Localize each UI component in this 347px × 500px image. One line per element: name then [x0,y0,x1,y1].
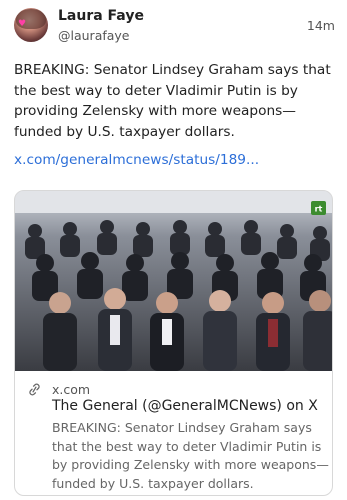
author-name[interactable]: Laura Faye [58,8,144,24]
post-timestamp: 14m [306,18,335,33]
heart-icon: ♥ [18,19,27,29]
author-handle[interactable]: @laurafaye [58,28,130,43]
avatar[interactable]: ♥ [14,8,48,42]
card-meta: x.com The General (@GeneralMCNews) on X … [15,371,332,495]
link-preview-card[interactable]: rt x.com The General (@GeneralMCNews) on… [14,190,333,496]
chain-link-icon [29,383,40,395]
card-preview-image: rt [15,191,332,371]
post-body-text: BREAKING: Senator Lindsey Graham says th… [14,62,331,140]
card-description: BREAKING: Senator Lindsey Graham says th… [52,420,329,491]
card-image-badge: rt [315,205,323,214]
post-header: ♥ Laura Faye @laurafaye 14m [14,8,335,46]
card-domain-row: x.com [27,381,90,397]
card-title[interactable]: The General (@GeneralMCNews) on X [52,398,318,414]
card-domain: x.com [52,381,91,397]
post-link[interactable]: x.com/generalmcnews/status/189... [14,152,259,168]
